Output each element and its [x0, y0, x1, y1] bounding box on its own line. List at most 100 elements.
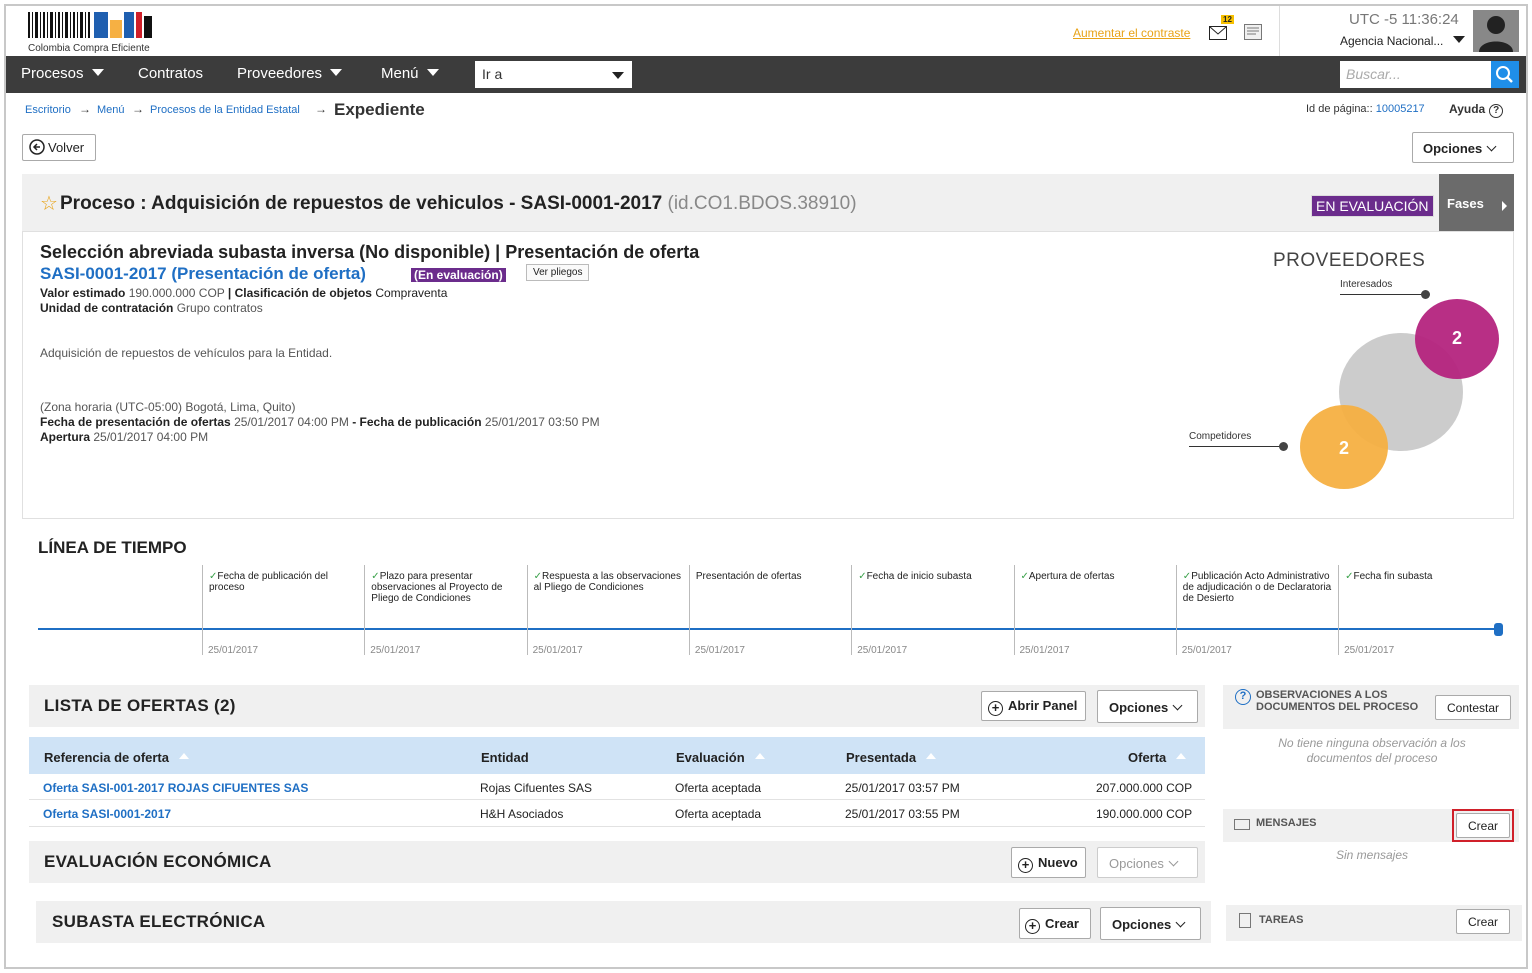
column-header-reference[interactable]: Referencia de oferta	[44, 750, 189, 765]
back-button[interactable]: Volver	[22, 134, 96, 161]
mail-notifications[interactable]: 12	[1209, 15, 1234, 40]
options-button[interactable]: Opciones	[1412, 132, 1514, 163]
options-label: Opciones	[1109, 700, 1169, 715]
competitors-bubble[interactable]: 2	[1300, 405, 1388, 489]
goto-value: Ir a	[482, 66, 503, 82]
help-link[interactable]: Ayuda?	[1449, 102, 1504, 118]
nav-item-proveedores[interactable]: Proveedores	[237, 65, 343, 82]
offer-reference-link[interactable]: Oferta SASI-001-2017 ROJAS CIFUENTES SAS	[43, 781, 308, 795]
offer-amount: 207.000.000 COP	[1096, 781, 1193, 795]
create-auction-button[interactable]: + Crear	[1019, 908, 1091, 939]
timeline-event[interactable]: Presentación de ofertas 25/01/2017	[688, 565, 851, 656]
timeline-event[interactable]: ✓Fecha de publicación del proceso 25/01/2…	[202, 565, 364, 656]
plus-circle-icon: +	[1025, 919, 1040, 934]
nav-item-contratos[interactable]: Contratos	[138, 65, 203, 82]
sort-icon	[926, 753, 937, 759]
observations-title: OBSERVACIONES A LOS DOCUMENTOS DEL PROCE…	[1256, 689, 1419, 713]
interested-bubble[interactable]: 2	[1415, 299, 1499, 379]
search-button[interactable]	[1491, 61, 1519, 88]
arrow-right-icon: →	[79, 102, 91, 116]
chevron-down-icon	[612, 72, 624, 79]
increase-contrast-link[interactable]: Aumentar el contraste	[1073, 26, 1190, 40]
process-subheading[interactable]: SASI-0001-2017 (Presentación de oferta)	[40, 264, 366, 284]
new-evaluation-button[interactable]: + Nuevo	[1011, 847, 1086, 878]
phases-button[interactable]: Fases	[1439, 174, 1514, 231]
timeline-event[interactable]: ✓Apertura de ofertas 25/01/2017	[1013, 565, 1176, 656]
column-label: Entidad	[481, 750, 529, 765]
page-id-value[interactable]: 10005217	[1376, 103, 1425, 115]
column-header-evaluation[interactable]: Evaluación	[676, 750, 765, 765]
economic-options-button[interactable]: Opciones	[1097, 847, 1198, 878]
breadcrumb-escritorio[interactable]: Escritorio	[25, 104, 71, 116]
nav-item-label: Proveedores	[237, 65, 323, 82]
reply-button[interactable]: Contestar	[1435, 695, 1511, 720]
sort-icon	[1176, 753, 1187, 759]
chevron-right-icon	[1502, 201, 1507, 211]
column-header-submitted[interactable]: Presentada	[846, 750, 937, 765]
notification-count-badge: 12	[1221, 15, 1234, 24]
options-label: Opciones	[1112, 917, 1172, 932]
nav-item-menu[interactable]: Menú	[381, 65, 439, 82]
create-label: Crear	[1467, 819, 1498, 833]
table-row: Oferta SASI-0001-2017 H&H Asociados Ofer…	[29, 801, 1205, 827]
timeline-event[interactable]: ✓Fecha de inicio subasta 25/01/2017	[851, 565, 1013, 656]
open-panel-button[interactable]: + Abrir Panel	[981, 691, 1086, 721]
competitors-leader-line	[1189, 446, 1284, 447]
process-heading: Selección abreviada subasta inversa (No …	[40, 242, 700, 262]
check-icon: ✓	[1020, 571, 1029, 582]
main-nav-bar: Procesos Contratos Proveedores Menú Ir a…	[6, 56, 1526, 93]
timeline-event-date: 25/01/2017	[532, 645, 583, 656]
column-header-offer[interactable]: Oferta	[1128, 750, 1187, 765]
timeline-event[interactable]: ✓Publicación Acto Administrativo de adju…	[1175, 565, 1338, 656]
auction-options-button[interactable]: Opciones	[1100, 907, 1201, 940]
timeline-event-date: 25/01/2017	[208, 645, 259, 656]
options-label: Opciones	[1423, 141, 1483, 156]
logo-barcode[interactable]	[28, 12, 156, 44]
check-icon: ✓	[858, 571, 867, 582]
timeline-event[interactable]: ✓Respuesta a las observaciones al Pliego…	[526, 565, 689, 656]
goto-select[interactable]: Ir a	[475, 61, 632, 88]
arrow-right-icon: →	[315, 102, 327, 116]
phases-label: Fases	[1447, 196, 1484, 211]
clipboard-icon	[1239, 913, 1251, 928]
timeline-event[interactable]: ✓Plazo para presentar observaciones al P…	[364, 565, 526, 656]
create-task-button[interactable]: Crear	[1456, 909, 1510, 934]
avatar[interactable]	[1473, 10, 1519, 52]
timeline-event-label: ✓Publicación Acto Administrativo de adju…	[1183, 571, 1335, 604]
sort-icon	[754, 753, 765, 759]
offer-evaluation: Oferta aceptada	[675, 781, 762, 795]
classification-text: Compraventa	[375, 286, 448, 300]
offers-options-button[interactable]: Opciones	[1097, 690, 1198, 723]
nav-item-procesos[interactable]: Procesos	[21, 65, 104, 82]
breadcrumb-procesos[interactable]: Procesos de la Entidad Estatal	[150, 104, 300, 116]
breadcrumb-menu[interactable]: Menú	[97, 104, 125, 116]
view-specs-button[interactable]: Ver pliegos	[526, 264, 590, 281]
agency-selector[interactable]: Agencia Nacional...	[1340, 34, 1465, 48]
timeline-event-text: Presentación de ofertas	[695, 571, 802, 582]
help-label: Ayuda	[1449, 102, 1486, 116]
chevron-down-icon	[1175, 917, 1186, 928]
opening-line: Apertura 25/01/2017 04:00 PM	[40, 430, 208, 444]
interested-leader-line	[1340, 294, 1426, 295]
timeline-event[interactable]: ✓Fecha fin subasta 25/01/2017	[1338, 565, 1500, 656]
document-icon[interactable]	[1244, 24, 1262, 40]
offer-entity: Rojas Cifuentes SAS	[480, 781, 593, 795]
timeline-event-text: Apertura de ofertas	[1028, 571, 1115, 582]
create-message-button[interactable]: Crear	[1456, 813, 1510, 838]
star-icon[interactable]: ☆	[40, 191, 58, 216]
competitors-label: Competidores	[1189, 431, 1252, 442]
tasks-title: TAREAS	[1259, 914, 1304, 926]
process-title-text: Proceso : Adquisición de repuestos de ve…	[60, 193, 663, 214]
chevron-down-icon	[91, 69, 104, 76]
plus-circle-icon: +	[988, 701, 1003, 716]
search-input[interactable]: Buscar...	[1340, 61, 1491, 88]
timeline-title: LÍNEA DE TIEMPO	[38, 538, 187, 557]
question-icon: ?	[1489, 104, 1504, 118]
page-title: Expediente	[334, 100, 425, 119]
offer-reference-link[interactable]: Oferta SASI-0001-2017	[43, 807, 171, 821]
process-description: Adquisición de repuestos de vehículos pa…	[40, 346, 333, 360]
timeline-event-label: ✓Respuesta a las observaciones al Pliego…	[534, 571, 686, 593]
question-icon: ?	[1235, 689, 1251, 705]
interested-label: Interesados	[1340, 279, 1393, 290]
column-label: Oferta	[1128, 750, 1167, 765]
